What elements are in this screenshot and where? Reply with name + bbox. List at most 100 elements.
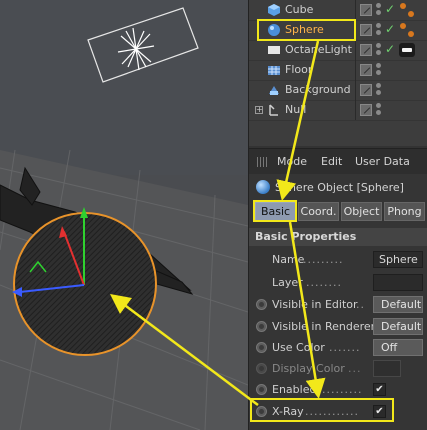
object-label: Null [285,103,307,116]
viewport-scene[interactable] [0,0,248,430]
cube-icon [268,4,280,16]
tab-phong[interactable]: Phong [384,202,425,221]
visibility-dots[interactable] [375,23,383,37]
object-row-cube[interactable]: Cube ✓ [249,0,427,20]
right-panel: Cube ✓ Sphere ✓ OctaneLight ✓ Floor Back… [248,0,427,430]
column-separator [355,100,356,120]
visibility-dots[interactable] [375,63,383,77]
octane-light-icon [268,46,280,54]
prop-layer: Layer ........ [249,272,427,293]
prop-display-color: Display Color ... [249,358,427,379]
x-ray-checkbox[interactable]: ✔ [373,405,386,418]
floor-icon [268,66,280,75]
prop-label: Visible in Renderer [272,320,376,333]
prop-leader: ............ [305,405,359,418]
prop-visible-editor: Visible in Editor .. Default [249,294,427,315]
visibility-dots[interactable] [375,103,383,117]
grip-icon[interactable] [257,157,269,167]
object-label: OctaneLight [285,43,352,56]
prop-label: Enabled [272,383,317,396]
object-row-background[interactable]: Background [249,80,427,100]
prop-label: Use Color [272,341,325,354]
object-label: Cube [285,3,314,16]
enabled-check-icon[interactable]: ✓ [385,2,395,16]
prop-leader: ......... [303,253,344,266]
enabled-check-icon[interactable]: ✓ [385,22,395,36]
column-separator [355,20,356,40]
object-row-null[interactable]: + Null [249,100,427,120]
tab-coord[interactable]: Coord. [298,202,339,221]
animate-radio[interactable] [256,321,267,332]
menu-mode[interactable]: Mode [277,155,307,168]
attribute-tabs: Basic Coord. Object Phong [252,202,426,222]
light-tag-icon[interactable] [399,42,415,58]
enabled-checkbox[interactable]: ✔ [373,383,386,396]
column-separator [355,60,356,80]
object-label: Sphere [285,23,324,36]
layer-toggle-button[interactable] [360,44,372,56]
animate-radio [256,363,267,374]
null-icon [269,104,278,116]
prop-leader: ........... [313,383,363,396]
object-label: Background [285,83,351,96]
prop-name: Name ......... Sphere [249,249,427,270]
section-header[interactable]: Basic Properties [249,228,427,246]
visibility-dots[interactable] [375,43,383,57]
prop-enabled: Enabled ........... ✔ [249,379,427,400]
display-color-swatch [373,360,401,377]
tab-basic[interactable]: Basic [255,202,296,221]
attribute-title: Sphere Object [Sphere] [249,176,427,198]
object-label: Floor [285,63,313,76]
column-separator [355,80,356,100]
visibility-dots[interactable] [375,83,383,97]
prop-label: Display Color [272,362,345,375]
prop-label: X-Ray [272,405,304,418]
attribute-manager: Mode Edit User Data Sphere Object [Spher… [249,148,427,430]
prop-label: Visible in Editor [272,298,358,311]
viewport[interactable] [0,0,248,430]
prop-leader: .. [356,298,365,311]
column-separator [355,0,356,20]
tab-object[interactable]: Object [341,202,382,221]
material-tag-icon[interactable] [399,2,415,18]
object-row-sphere[interactable]: Sphere ✓ [249,20,427,40]
layer-toggle-button[interactable] [360,104,372,116]
animate-radio[interactable] [256,299,267,310]
prop-visible-renderer: Visible in Renderer Default [249,316,427,337]
layer-toggle-button[interactable] [360,4,372,16]
menu-edit[interactable]: Edit [321,155,342,168]
layer-field[interactable] [373,274,423,291]
expand-toggle[interactable]: + [255,106,263,114]
menu-user-data[interactable]: User Data [355,155,410,168]
visibility-dots[interactable] [375,3,383,17]
visible-renderer-dropdown[interactable]: Default [373,318,423,335]
enabled-check-icon[interactable]: ✓ [385,42,395,56]
object-row-floor[interactable]: Floor [249,60,427,80]
row-divider [249,120,427,121]
animate-radio[interactable] [256,406,267,417]
prop-x-ray: X-Ray ............ ✔ [249,401,427,422]
section-title: Basic Properties [255,230,357,243]
animate-radio[interactable] [256,384,267,395]
prop-leader: ... [348,362,362,375]
prop-leader: ....... [329,341,361,354]
sphere-icon [256,180,270,194]
use-color-dropdown[interactable]: Off [373,339,423,356]
animate-radio[interactable] [256,342,267,353]
attribute-menu-bar: Mode Edit User Data [249,148,427,174]
layer-toggle-button[interactable] [360,64,372,76]
background-icon [269,86,279,95]
sphere-icon [268,24,280,36]
prop-label: Layer [272,276,303,289]
prop-use-color: Use Color ....... Off [249,337,427,358]
layer-toggle-button[interactable] [360,24,372,36]
visible-editor-dropdown[interactable]: Default [373,296,423,313]
object-manager: Cube ✓ Sphere ✓ OctaneLight ✓ Floor Back… [249,0,427,146]
prop-label: Name [272,253,305,266]
layer-toggle-button[interactable] [360,84,372,96]
prop-leader: ........ [306,276,342,289]
column-separator [355,40,356,60]
object-row-octane-light[interactable]: OctaneLight ✓ [249,40,427,60]
name-field[interactable]: Sphere [373,251,423,268]
material-tag-icon[interactable] [399,22,415,38]
